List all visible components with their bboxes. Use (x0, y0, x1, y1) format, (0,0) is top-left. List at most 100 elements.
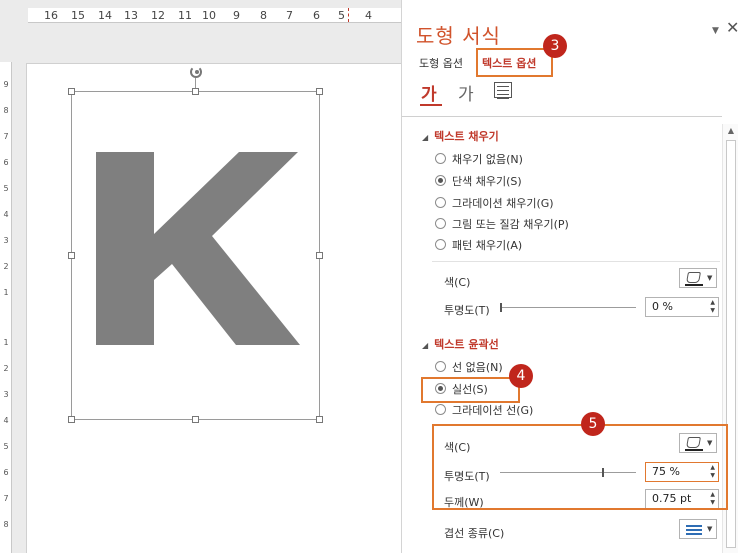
fill-transparency-slider-knob[interactable] (500, 303, 502, 312)
ruler-label: 2 (3, 364, 9, 373)
ruler-label: 6 (3, 158, 9, 167)
section-text-outline-label: 텍스트 윤곽선 (434, 338, 499, 351)
compound-type-label: 겹선 종류(C) (444, 527, 505, 540)
resize-handle-bottom-left[interactable] (68, 416, 75, 423)
ruler-label: 7 (3, 494, 9, 503)
radio-button[interactable] (435, 361, 446, 372)
collapse-triangle-icon: ◢ (422, 133, 429, 142)
ruler-label: 9 (3, 80, 9, 89)
resize-handle-top[interactable] (192, 88, 199, 95)
horizontal-ruler-strip: 16 15 14 13 12 11 10 9 8 7 6 5 4 (28, 8, 401, 23)
letter-k-path (96, 152, 300, 345)
compound-type-button[interactable]: ▼ (679, 519, 717, 539)
radio-label: 선 없음(N) (452, 361, 503, 374)
radio-gradient-line[interactable]: 그라데이션 선(G) (435, 403, 533, 419)
callout-badge-4: 4 (509, 364, 533, 388)
resize-handle-left[interactable] (68, 252, 75, 259)
radio-button[interactable] (435, 153, 446, 164)
callout-badge-3: 3 (543, 34, 567, 58)
ruler-label: 2 (3, 262, 9, 271)
pane-title: 도형 서식 (416, 24, 501, 48)
radio-button[interactable] (435, 175, 446, 186)
resize-handle-bottom-right[interactable] (316, 416, 323, 423)
separator (432, 261, 720, 262)
ruler-label: 7 (3, 132, 9, 141)
pane-divider (402, 116, 722, 117)
ruler-label: 4 (3, 210, 9, 219)
ruler-label: 8 (3, 106, 9, 115)
fill-color-label: 색(C) (444, 276, 471, 289)
radio-pattern-fill[interactable]: 패턴 채우기(A) (435, 238, 522, 254)
ruler-label: 9 (233, 9, 240, 22)
highlight-box-text-options (476, 48, 553, 77)
radio-label: 단색 채우기(S) (452, 175, 522, 188)
section-text-outline[interactable]: ◢ 텍스트 윤곽선 (422, 336, 499, 352)
color-swatch-bar (685, 284, 703, 286)
ruler-label: 6 (313, 9, 320, 22)
ruler-label: 16 (44, 9, 58, 22)
slide-canvas: 16 15 14 13 12 11 10 9 8 7 6 5 4 9 8 7 6… (0, 0, 401, 553)
paint-bucket-icon (686, 272, 701, 283)
tab-shape-options[interactable]: 도형 옵션 (419, 55, 463, 71)
radio-no-fill[interactable]: 채우기 없음(N) (435, 152, 523, 168)
textbox-layout-icon[interactable] (494, 82, 512, 99)
ruler-label: 6 (3, 468, 9, 477)
radio-solid-fill[interactable]: 단색 채우기(S) (435, 174, 522, 190)
section-text-fill[interactable]: ◢ 텍스트 채우기 (422, 128, 499, 144)
section-text-fill-label: 텍스트 채우기 (434, 130, 499, 143)
pane-options-chevron-icon[interactable]: ▼ (712, 26, 719, 36)
ruler-label: 7 (286, 9, 293, 22)
ruler-label: 4 (3, 416, 9, 425)
ruler-label: 5 (338, 9, 345, 22)
radio-button[interactable] (435, 239, 446, 250)
radio-button[interactable] (435, 197, 446, 208)
radio-gradient-fill[interactable]: 그라데이션 채우기(G) (435, 196, 554, 212)
fill-color-button[interactable]: ▼ (679, 268, 717, 288)
text-effects-icon[interactable]: 가 (458, 80, 474, 105)
close-icon[interactable]: ✕ (726, 18, 739, 37)
resize-handle-bottom[interactable] (192, 416, 199, 423)
ruler-label: 15 (71, 9, 85, 22)
radio-button[interactable] (435, 218, 446, 229)
ruler-label: 5 (3, 184, 9, 193)
radio-picture-fill[interactable]: 그림 또는 질감 채우기(P) (435, 217, 569, 233)
fill-transparency-value: 0 % (652, 300, 673, 313)
spin-arrows-icon[interactable]: ▲ ▼ (710, 299, 715, 315)
ruler-label: 8 (3, 520, 9, 529)
rotate-handle[interactable] (190, 66, 202, 78)
text-fill-outline-icon[interactable]: 가 (421, 80, 437, 105)
dropdown-arrow-icon: ▼ (707, 274, 713, 282)
ruler-label: 1 (3, 288, 9, 297)
highlight-box-solid-line (421, 377, 520, 403)
ruler-cursor-marker (348, 8, 349, 22)
ruler-label: 5 (3, 442, 9, 451)
ruler-label: 14 (98, 9, 112, 22)
radio-button[interactable] (435, 404, 446, 415)
horizontal-ruler: 16 15 14 13 12 11 10 9 8 7 6 5 4 (0, 0, 401, 26)
ruler-label: 10 (202, 9, 216, 22)
letter-k-glyph: K (96, 152, 300, 345)
active-icon-tab-underline (420, 104, 442, 106)
radio-label: 그라데이션 선(G) (452, 404, 534, 417)
fill-transparency-slider[interactable] (500, 307, 636, 308)
fill-transparency-label: 투명도(T) (444, 304, 490, 317)
resize-handle-top-left[interactable] (68, 88, 75, 95)
ruler-label: 12 (151, 9, 165, 22)
dropdown-arrow-icon: ▼ (707, 525, 713, 533)
ruler-label: 3 (3, 390, 9, 399)
ruler-label: 4 (365, 9, 372, 22)
collapse-triangle-icon: ◢ (422, 341, 429, 350)
radio-no-line[interactable]: 선 없음(N) (435, 360, 503, 376)
ruler-label: 3 (3, 236, 9, 245)
fill-transparency-input[interactable]: 0 % ▲ ▼ (645, 297, 719, 317)
radio-label: 그라데이션 채우기(G) (452, 197, 554, 210)
resize-handle-top-right[interactable] (316, 88, 323, 95)
ruler-label: 1 (3, 338, 9, 347)
radio-label: 그림 또는 질감 채우기(P) (452, 218, 569, 231)
resize-handle-right[interactable] (316, 252, 323, 259)
ruler-label: 8 (260, 9, 267, 22)
scroll-up-icon[interactable]: ▲ (725, 126, 737, 136)
callout-badge-5: 5 (581, 412, 605, 436)
ruler-label: 11 (178, 9, 192, 22)
radio-label: 채우기 없음(N) (452, 153, 523, 166)
